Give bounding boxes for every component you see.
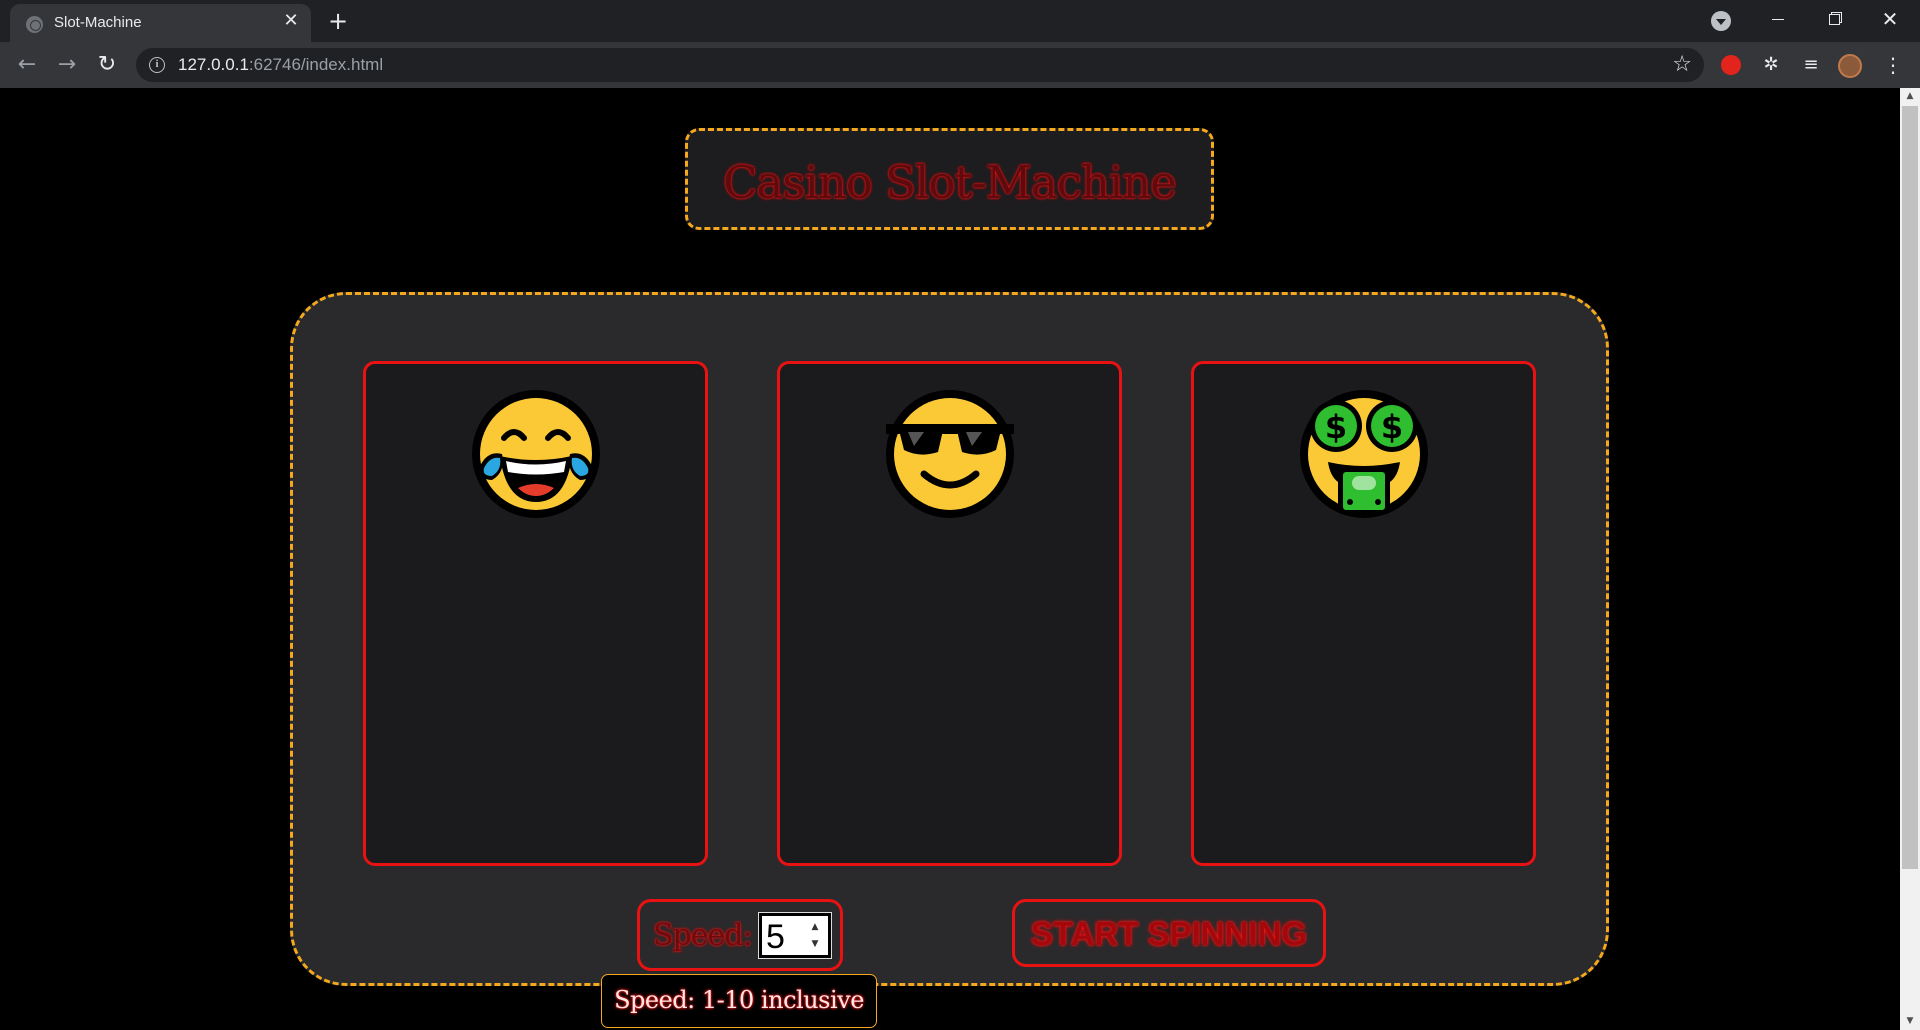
scroll-down-arrow-icon[interactable]: ▼ bbox=[1900, 1013, 1920, 1030]
speed-input[interactable]: 5 ▲ ▼ bbox=[758, 912, 832, 959]
speed-tooltip: Speed: 1-10 inclusive bbox=[601, 974, 877, 1028]
new-tab-button[interactable]: + bbox=[325, 8, 351, 34]
reel-2 bbox=[777, 361, 1122, 866]
reload-button[interactable]: ↻ bbox=[91, 49, 123, 81]
browser-menu-icon[interactable]: ⋮ bbox=[1880, 52, 1906, 78]
maximize-button[interactable] bbox=[1806, 0, 1862, 38]
minimize-button[interactable] bbox=[1750, 0, 1806, 38]
browser-tab-bar: Slot-Machine ✕ + ✕ bbox=[0, 0, 1920, 42]
tab-close-icon[interactable]: ✕ bbox=[280, 10, 302, 32]
tab-title: Slot-Machine bbox=[54, 14, 142, 31]
extensions-puzzle-icon[interactable]: ✲ bbox=[1758, 52, 1784, 78]
increment-arrow-icon[interactable]: ▲ bbox=[808, 921, 822, 933]
vertical-scrollbar[interactable]: ▲ ▼ bbox=[1900, 88, 1920, 1030]
forward-button[interactable]: → bbox=[51, 49, 83, 81]
start-spinning-button[interactable]: START SPINNING bbox=[1012, 899, 1326, 967]
start-spinning-label: START SPINNING bbox=[1030, 915, 1308, 952]
back-button[interactable]: ← bbox=[11, 49, 43, 81]
svg-text:$: $ bbox=[1380, 408, 1402, 446]
profile-avatar[interactable] bbox=[1838, 54, 1862, 78]
svg-text:$: $ bbox=[1324, 408, 1346, 446]
tab-search-icon[interactable] bbox=[1711, 11, 1731, 31]
adblock-extension-icon[interactable] bbox=[1718, 52, 1744, 78]
info-icon[interactable]: i bbox=[149, 57, 165, 73]
smiling-face-with-sunglasses-icon bbox=[885, 390, 1014, 518]
address-bar[interactable]: i 127.0.0.1:62746/index.html ☆ bbox=[136, 48, 1704, 82]
money-mouth-face-icon: $ $ bbox=[1299, 390, 1428, 518]
restore-icon bbox=[1828, 14, 1840, 25]
reel-1 bbox=[363, 361, 708, 866]
globe-icon bbox=[26, 16, 43, 33]
page-title: Casino Slot-Machine bbox=[723, 156, 1177, 209]
speed-value: 5 bbox=[766, 918, 785, 956]
url-text: 127.0.0.1:62746/index.html bbox=[178, 55, 383, 75]
speed-tooltip-text: Speed: 1-10 inclusive bbox=[614, 986, 864, 1014]
url-path: :62746/index.html bbox=[248, 55, 384, 74]
browser-toolbar: ← → ↻ i 127.0.0.1:62746/index.html ☆ ✲ ≡… bbox=[0, 42, 1920, 88]
title-banner: Casino Slot-Machine bbox=[685, 128, 1214, 230]
browser-tab[interactable]: Slot-Machine ✕ bbox=[10, 4, 311, 42]
speed-label: Speed: bbox=[653, 918, 753, 953]
slot-machine: $ $ Speed: 5 ▲ ▼ START SPINNING bbox=[290, 292, 1609, 986]
scroll-thumb[interactable] bbox=[1902, 106, 1918, 869]
decrement-arrow-icon[interactable]: ▼ bbox=[808, 938, 822, 950]
bookmark-star-icon[interactable]: ☆ bbox=[1672, 52, 1692, 77]
page-viewport: Casino Slot-Machine $ $ Speed: 5 ▲ ▼ STA… bbox=[0, 88, 1900, 1030]
reel-3: $ $ bbox=[1191, 361, 1536, 866]
url-host: 127.0.0.1 bbox=[178, 55, 249, 74]
minimize-icon bbox=[1772, 19, 1784, 20]
media-control-icon[interactable]: ≡ bbox=[1798, 52, 1824, 78]
face-with-tears-of-joy-icon bbox=[471, 390, 600, 518]
close-window-button[interactable]: ✕ bbox=[1862, 0, 1918, 38]
speed-control: Speed: 5 ▲ ▼ bbox=[637, 899, 843, 971]
scroll-up-arrow-icon[interactable]: ▲ bbox=[1900, 88, 1920, 105]
